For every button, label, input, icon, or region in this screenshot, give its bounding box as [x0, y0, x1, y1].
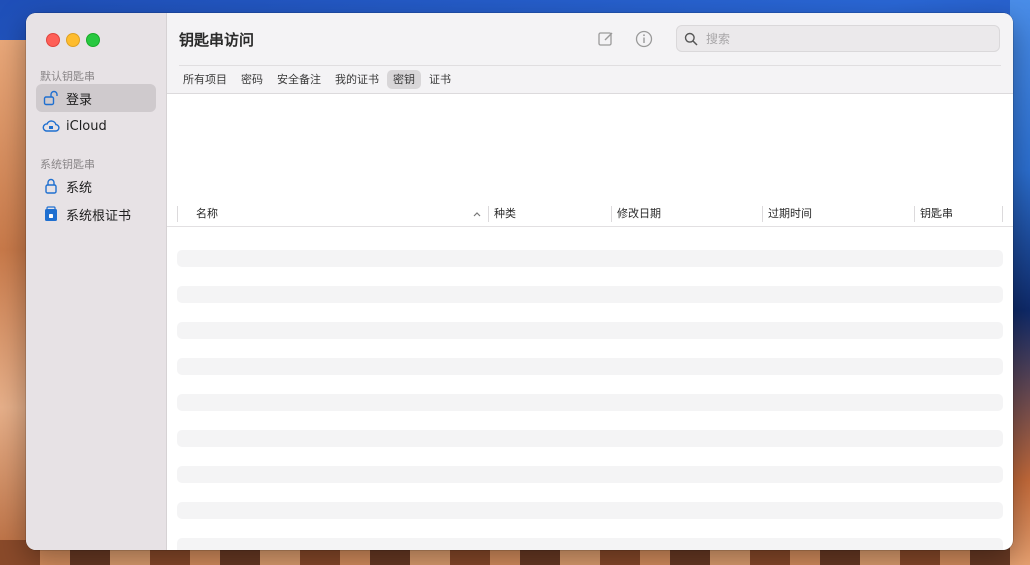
column-header-date-modified[interactable]: 修改日期	[617, 204, 762, 226]
table-row	[177, 358, 1003, 375]
tab-certificates[interactable]: 证书	[423, 70, 457, 89]
sidebar-item-label: 系统	[66, 180, 93, 196]
table-row	[177, 394, 1003, 411]
sidebar-item-label: 登录	[66, 92, 93, 108]
sort-ascending-icon	[472, 207, 482, 221]
item-preview-area	[167, 94, 1013, 204]
table-row	[177, 430, 1003, 447]
unlocked-padlock-icon	[42, 89, 60, 107]
table-row	[177, 538, 1003, 550]
sidebar-item-icloud[interactable]: iCloud	[36, 112, 156, 140]
window-title: 钥匙串访问	[179, 31, 255, 49]
tab-my-certificates[interactable]: 我的证书	[329, 70, 385, 89]
category-tabs: 所有项目 密码 安全备注 我的证书 密钥 证书	[177, 70, 457, 89]
column-header-keychain[interactable]: 钥匙串	[920, 204, 1000, 226]
column-separator	[1002, 206, 1003, 222]
maximize-button[interactable]	[86, 33, 100, 47]
keychain-window: 默认钥匙串 登录 iCloud 系统钥匙串 系统 系统根证书 钥匙串访问 搜索 …	[26, 13, 1013, 550]
column-header-name[interactable]: 名称	[196, 204, 481, 226]
column-separator	[611, 206, 612, 222]
table-row	[177, 502, 1003, 519]
search-input[interactable]	[704, 30, 988, 47]
main-pane: 钥匙串访问 所有项目 密码 安全备注 我的证书 密钥 证书	[167, 13, 1013, 550]
tab-secure-notes[interactable]: 安全备注	[271, 70, 327, 89]
table-row	[177, 466, 1003, 483]
table-row	[177, 286, 1003, 303]
wallpaper-right	[1010, 0, 1030, 565]
sidebar-item-login[interactable]: 登录	[36, 84, 156, 112]
padlock-icon	[42, 177, 60, 195]
minimize-button[interactable]	[66, 33, 80, 47]
sidebar-item-system[interactable]: 系统	[36, 172, 156, 200]
column-separator	[914, 206, 915, 222]
tab-passwords[interactable]: 密码	[235, 70, 269, 89]
toolbar-divider	[179, 65, 1001, 66]
cloud-icon	[42, 117, 60, 135]
column-separator	[762, 206, 763, 222]
sidebar-section-default-keychains: 默认钥匙串	[40, 70, 95, 83]
sidebar-section-system-keychains: 系统钥匙串	[40, 158, 95, 171]
compose-icon[interactable]	[596, 29, 616, 49]
sidebar: 默认钥匙串 登录 iCloud 系统钥匙串 系统 系统根证书	[26, 13, 167, 550]
tab-all-items[interactable]: 所有项目	[177, 70, 233, 89]
column-separator	[488, 206, 489, 222]
tab-keys[interactable]: 密钥	[387, 70, 421, 89]
info-icon[interactable]	[634, 29, 654, 49]
column-header-kind[interactable]: 种类	[494, 204, 609, 226]
search-icon	[684, 32, 698, 46]
locked-cabinet-icon	[42, 205, 60, 223]
table-body	[167, 227, 1013, 550]
column-header-expires[interactable]: 过期时间	[768, 204, 913, 226]
column-separator	[177, 206, 178, 222]
sidebar-item-label: 系统根证书	[66, 208, 132, 224]
close-button[interactable]	[46, 33, 60, 47]
sidebar-item-system-roots[interactable]: 系统根证书	[36, 200, 156, 228]
table-row	[177, 322, 1003, 339]
sidebar-item-label: iCloud	[66, 118, 107, 134]
toolbar: 钥匙串访问 所有项目 密码 安全备注 我的证书 密钥 证书	[167, 13, 1013, 94]
search-field[interactable]	[676, 25, 1000, 52]
table-header: 名称 种类 修改日期 过期时间 钥匙串	[167, 204, 1013, 227]
table-row	[177, 250, 1003, 267]
